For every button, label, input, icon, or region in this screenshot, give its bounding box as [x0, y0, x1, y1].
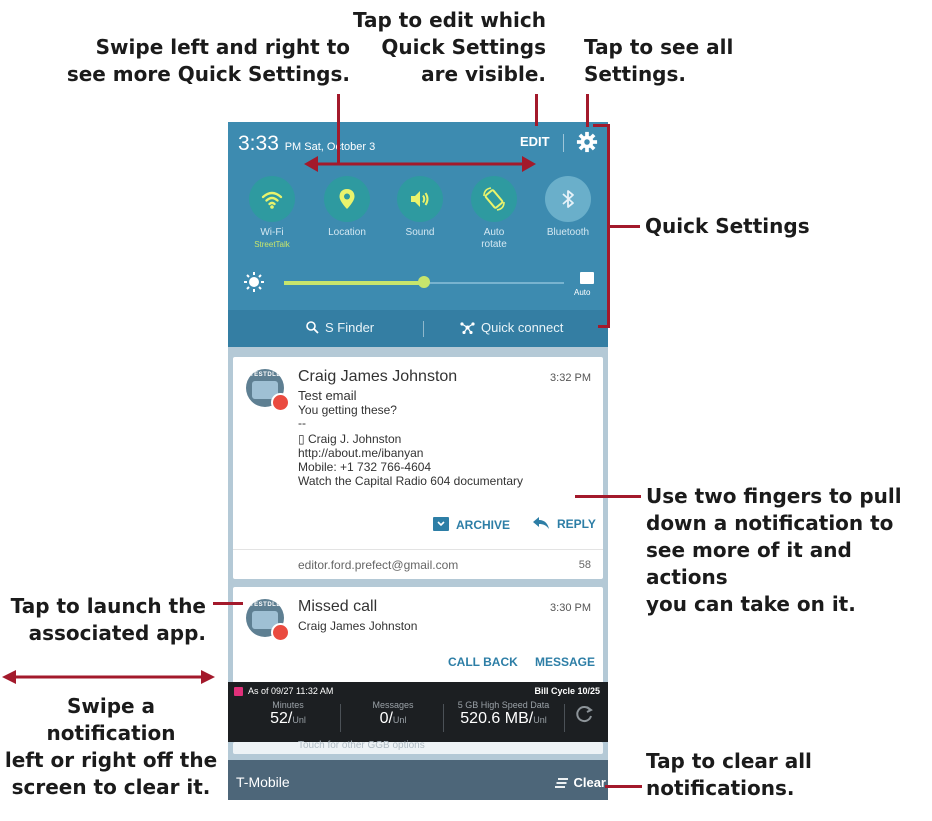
callout-two-fingers: Use two fingers to pull down a notificat… [646, 484, 902, 616]
divider [423, 321, 424, 337]
brightness-fill [284, 281, 424, 285]
notification-line: ▯ Craig J. Johnston [298, 432, 402, 446]
auto-brightness-label: Auto [574, 288, 591, 297]
s-finder-button[interactable]: S Finder [306, 320, 374, 335]
bluetooth-label: Bluetooth [546, 227, 590, 238]
auto-brightness-checkbox[interactable] [580, 272, 594, 284]
notification-line: http://about.me/ibanyan [298, 446, 424, 460]
wifi-icon [261, 191, 283, 209]
notification-time: 3:30 PM [550, 602, 591, 614]
callout-line [575, 495, 641, 498]
callout-all-settings: Tap to see all Settings. [584, 35, 734, 86]
svg-text:A: A [255, 286, 260, 292]
callout-edit-quick-settings: Tap to edit which Quick Settings are vis… [352, 8, 546, 86]
unread-count: 58 [578, 559, 591, 571]
brightness-icon: A [244, 272, 264, 292]
callout-quick-settings: Quick Settings [645, 214, 810, 238]
carrier-name: T-Mobile [236, 774, 290, 790]
email-app-icon [271, 393, 290, 412]
divider [563, 134, 564, 152]
divider [233, 549, 603, 550]
clear-all-icon [555, 778, 569, 788]
carrier-usage-widget[interactable]: As of 09/27 11:32 AM Bill Cycle 10/25 Mi… [228, 682, 608, 742]
missed-call-notification[interactable]: TESTDLL Missed call 3:30 PM Craig James … [233, 587, 603, 687]
archive-icon [433, 517, 449, 531]
clear-button[interactable]: Clear [555, 775, 606, 790]
notification-line: Watch the Capital Radio 604 documentary [298, 474, 524, 488]
messages-usage: Messages 0/Unl [372, 700, 414, 727]
callout-clear-all: Tap to clear all notifications. [646, 749, 812, 800]
quick-connect-button[interactable]: Quick connect [460, 320, 563, 335]
location-label: Location [328, 227, 366, 238]
notification-line: You getting these? [298, 403, 397, 417]
wifi-label: Wi-Fi StreetTalk [254, 227, 290, 249]
data-usage: 5 GB High Speed Data 520.6 MB/Unl [457, 700, 550, 727]
divider [443, 704, 444, 732]
notification-line: Mobile: +1 732 766-4604 [298, 460, 432, 474]
notification-panel: 3:33 PM Sat, October 3 EDIT Wi-Fi StreetT… [228, 122, 608, 800]
reply-button[interactable]: REPLY [533, 517, 596, 531]
callout-swipe-clear: Swipe a notification left or right off t… [4, 694, 218, 799]
swipe-double-arrow-icon [304, 156, 536, 172]
swipe-clear-arrow-icon [2, 670, 215, 684]
callout-line [598, 325, 610, 328]
bottom-bar: T-Mobile Clear [228, 760, 608, 800]
hidden-notification-text: Touch for other GGB options [298, 740, 425, 751]
notification-line: -- [298, 416, 306, 430]
search-icon [306, 321, 319, 334]
reply-icon [533, 517, 549, 529]
bluetooth-icon [562, 190, 574, 208]
auto-rotate-label: Auto rotate [481, 227, 507, 250]
callout-line [609, 225, 640, 228]
notification-subject: Test email [298, 388, 357, 403]
missed-call-icon [271, 623, 290, 642]
quick-connect-icon [460, 322, 475, 335]
bluetooth-toggle[interactable] [545, 176, 591, 222]
wifi-toggle[interactable] [249, 176, 295, 222]
brightness-handle[interactable] [418, 276, 430, 288]
callout-line [605, 785, 642, 788]
tools-bar: S Finder Quick connect [228, 310, 608, 347]
call-back-button[interactable]: CALL BACK [448, 655, 518, 669]
email-notification[interactable]: TESTDLL Craig James Johnston 3:32 PM Tes… [233, 357, 603, 579]
notification-time: 3:32 PM [550, 372, 591, 384]
callout-launch-app: Tap to launch the associated app. [10, 594, 206, 645]
location-icon [339, 189, 355, 209]
divider [340, 704, 341, 732]
callout-line [535, 94, 538, 126]
caller-name: Craig James Johnston [298, 619, 418, 633]
bill-cycle-label: Bill Cycle 10/25 [534, 686, 600, 696]
callout-line [586, 94, 589, 127]
minutes-usage: Minutes 52/Unl [270, 700, 306, 727]
carrier-app-icon [234, 687, 243, 696]
edit-button[interactable]: EDIT [520, 134, 550, 149]
as-of-label: As of 09/27 11:32 AM [248, 686, 334, 696]
brightness-slider[interactable] [284, 276, 564, 288]
callout-line [213, 602, 243, 605]
notification-title: Missed call [298, 598, 378, 615]
divider [564, 704, 565, 732]
archive-button[interactable]: ARCHIVE [433, 517, 510, 532]
auto-rotate-toggle[interactable] [471, 176, 517, 222]
sound-label: Sound [405, 227, 435, 238]
callout-swipe-quick-settings: Swipe left and right to see more Quick S… [66, 35, 350, 86]
account-email: editor.ford.prefect@gmail.com [298, 558, 459, 572]
gear-icon[interactable] [576, 131, 598, 153]
message-button[interactable]: MESSAGE [535, 655, 595, 669]
notification-sender: Craig James Johnston [298, 368, 458, 385]
auto-rotate-icon [483, 187, 505, 211]
sound-toggle[interactable] [397, 176, 443, 222]
sound-icon [411, 191, 429, 207]
hidden-notification[interactable]: Touch for other GGB options [233, 740, 603, 754]
refresh-icon[interactable] [574, 704, 594, 724]
location-toggle[interactable] [324, 176, 370, 222]
